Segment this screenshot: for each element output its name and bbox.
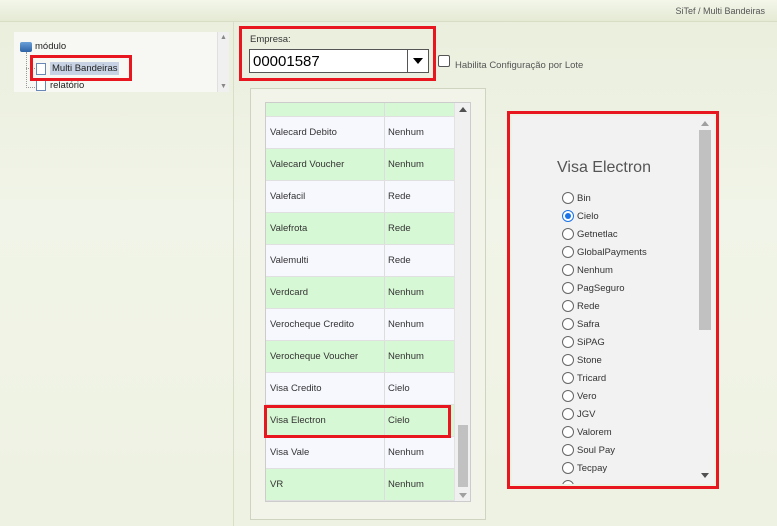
highlight-box [239,26,436,81]
scrollbar-thumb[interactable] [458,425,468,487]
acquirer-cell: Nenhum [388,447,424,458]
acquirer-cell: Nenhum [388,479,424,490]
table-row[interactable]: Valefacil Rede [266,181,454,213]
scroll-down-icon[interactable]: ▼ [220,83,227,90]
tree-item-label: relatório [50,79,85,91]
table-row[interactable]: VR Nenhum [266,469,454,501]
brand-name-cell: VR [266,469,385,500]
brand-name-cell: Verocheque Voucher [266,341,385,372]
brand-name-cell: Verocheque Credito [266,309,385,340]
table-row[interactable]: Visa Vale Nenhum [266,437,454,469]
acquirer-cell: Nenhum [388,319,424,330]
table-row[interactable]: Valecard Voucher Nenhum [266,149,454,181]
tree-line [26,52,27,88]
table-row[interactable]: Verdcard Nenhum [266,277,454,309]
lote-checkbox[interactable] [438,55,450,67]
acquirer-cell: Nenhum [388,351,424,362]
table-row[interactable]: Valecard Debito Nenhum [266,117,454,149]
tree-root-label: módulo [35,41,67,52]
scroll-up-icon[interactable]: ▲ [220,34,227,41]
brand-name-cell: Ticket [266,103,385,116]
brand-name-cell: Visa Credito [266,373,385,404]
table-row[interactable]: Verocheque Credito Nenhum [266,309,454,341]
table-row[interactable]: TicketNenhum [266,103,454,117]
highlight-box [507,111,719,489]
brand-name-cell: Valefrota [266,213,385,244]
panel-divider [233,22,234,526]
acquirer-cell: Rede [388,223,411,234]
computer-icon [20,41,32,52]
table-scrollbar[interactable] [454,103,470,501]
acquirer-cell: Rede [388,255,411,266]
brand-name-cell: Verdcard [266,277,385,308]
acquirer-cell: Cielo [388,383,410,394]
brand-table: TicketNenhumValecard DebitoNenhumValecar… [265,102,471,502]
table-row[interactable]: Valemulti Rede [266,245,454,277]
acquirer-cell: Nenhum [388,127,424,138]
tree-root[interactable]: módulo [20,41,66,52]
brand-name-cell: Valemulti [266,245,385,276]
table-row[interactable]: Visa Credito Cielo [266,373,454,405]
brand-name-cell: Valecard Debito [266,117,385,148]
breadcrumb: SiTef / Multi Bandeiras [675,6,765,16]
acquirer-cell: Rede [388,191,411,202]
table-row[interactable]: Verocheque Voucher Nenhum [266,341,454,373]
lote-label: Habilita Configuração por Lote [455,60,584,71]
top-bar: SiTef / Multi Bandeiras [0,0,777,22]
acquirer-cell: Nenhum [388,159,424,170]
tree-scrollbar[interactable]: ▲ ▼ [217,32,229,92]
brand-name-cell: Valecard Voucher [266,149,385,180]
highlight-box [264,405,451,438]
acquirer-cell: Nenhum [385,103,454,116]
highlight-box [30,55,132,81]
scroll-up-icon[interactable] [459,107,467,112]
tree-line [26,87,35,88]
brand-name-cell: Visa Vale [266,437,385,468]
brand-name-cell: Valefacil [266,181,385,212]
table-row[interactable]: Valefrota Rede [266,213,454,245]
acquirer-cell: Nenhum [388,287,424,298]
scroll-down-icon[interactable] [459,493,467,498]
